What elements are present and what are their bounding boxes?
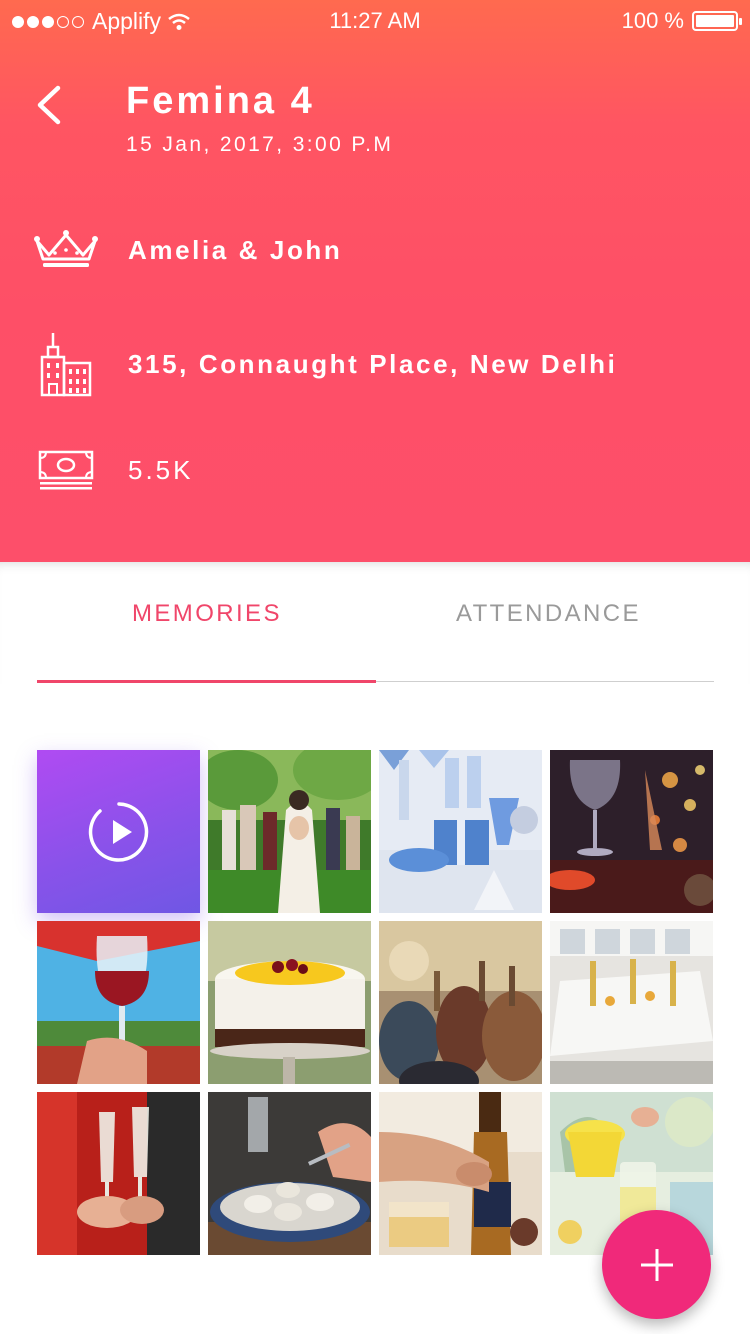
event-header: Applify 11:27 AM 100 % Femina 4 15 Jan, … [0,0,750,562]
status-right: 100 % [621,8,742,34]
hosts-row: Amelia & John [0,214,750,286]
address-row: 315, Connaught Place, New Delhi [0,318,750,410]
photo-red-wine[interactable] [37,921,200,1084]
play-icon [88,801,148,862]
back-button[interactable] [30,82,72,128]
add-memory-button[interactable] [602,1210,711,1319]
tab-attendance[interactable]: ATTENDANCE [456,600,641,628]
photo-cream-cake[interactable] [208,921,371,1084]
photo-beer-bottle[interactable] [379,1092,542,1255]
hosts-text: Amelia & John [128,234,343,265]
photo-wedding-party[interactable] [208,750,371,913]
tab-bar: MEMORIES ATTENDANCE [0,562,750,684]
budget-text: 5.5K [128,454,194,485]
chevron-left-icon [37,85,61,125]
photo-concert-crowd[interactable] [379,921,542,1084]
photo-wine-bokeh[interactable] [550,750,713,913]
money-icon [30,436,102,504]
battery-icon [692,11,742,31]
budget-row: 5.5K [0,436,750,504]
event-datetime: 15 Jan, 2017, 3:00 P.M [126,133,394,156]
crown-icon [30,214,102,286]
video-tile[interactable] [37,750,200,913]
photo-champagne-toast[interactable] [37,1092,200,1255]
photo-oyster-platter[interactable] [208,1092,371,1255]
tab-active-indicator [37,680,376,683]
address-text: 315, Connaught Place, New Delhi [128,348,618,379]
status-bar: Applify 11:27 AM 100 % [0,0,750,42]
event-title: Femina 4 [126,80,315,122]
battery-percent: 100 % [621,8,684,33]
tab-memories[interactable]: MEMORIES [132,600,282,628]
photo-banquet-tables[interactable] [550,921,713,1084]
building-icon [30,318,102,410]
photo-blue-party-table[interactable] [379,750,542,913]
plus-icon [640,1248,673,1281]
